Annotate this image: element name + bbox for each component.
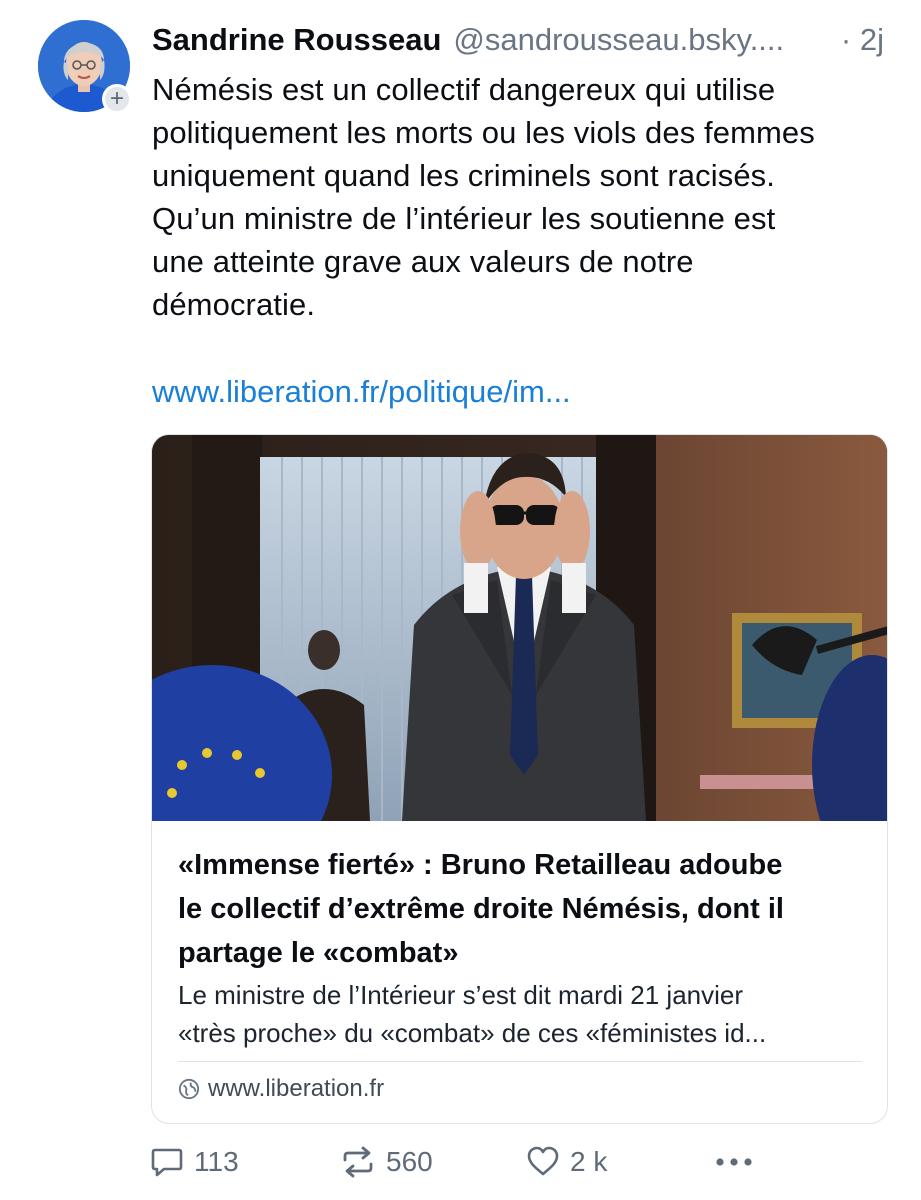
author-name[interactable]: Sandrine Rousseau (152, 22, 441, 58)
card-divider (178, 1061, 862, 1062)
post-header: Sandrine Rousseau @sandrousseau.bsky....… (152, 22, 892, 64)
post-text-line: Qu’un ministre de l’intérieur les soutie… (152, 201, 776, 236)
repost-button[interactable]: 560 (340, 1146, 433, 1178)
link-preview-domain-text: www.liberation.fr (208, 1075, 385, 1102)
post[interactable]: + Sandrine Rousseau @sandrousseau.bsky..… (0, 0, 921, 1200)
link-preview-title-line: «Immense fierté» : Bruno Retailleau adou… (178, 849, 783, 881)
link-preview-title-line: partage le «combat» (178, 937, 459, 969)
reply-button[interactable]: 113 (150, 1146, 239, 1178)
link-preview-description: Le ministre de l’Intérieur s’est dit mar… (178, 976, 868, 1052)
post-link[interactable]: www.liberation.fr/politique/im... (152, 370, 571, 413)
post-text-line: une atteinte grave aux valeurs de notre (152, 244, 694, 279)
avatar[interactable]: + (38, 20, 132, 114)
reply-count: 113 (194, 1146, 239, 1177)
like-count: 2 k (570, 1146, 608, 1177)
link-preview-title-line: le collectif d’extrême droite Némésis, d… (178, 893, 784, 925)
link-preview-image (152, 435, 887, 821)
link-preview-description-line: Le ministre de l’Intérieur s’est dit mar… (178, 980, 744, 1010)
link-preview-description-line: «très proche» du «combat» de ces «fémini… (178, 1018, 767, 1048)
post-text-line: politiquement les morts ou les viols des… (152, 115, 815, 150)
globe-icon (178, 1078, 200, 1100)
post-text-line: uniquement quand les criminels sont raci… (152, 158, 775, 193)
like-button[interactable]: 2 k (526, 1146, 607, 1178)
post-text-line: démocratie. (152, 287, 316, 322)
author-handle[interactable]: @sandrousseau.bsky.... (453, 22, 784, 58)
reply-icon (151, 1148, 183, 1177)
post-text: Némésis est un collectif dangereux qui u… (152, 68, 892, 326)
post-time[interactable]: · 2j (841, 22, 884, 58)
link-preview-card[interactable]: «Immense fierté» : Bruno Retailleau adou… (151, 434, 888, 1124)
repost-count: 560 (386, 1146, 433, 1177)
link-preview-title[interactable]: «Immense fierté» : Bruno Retailleau adou… (178, 843, 868, 975)
follow-plus-icon[interactable]: + (102, 84, 132, 114)
more-options-button[interactable] (714, 1146, 764, 1178)
more-horizontal-icon (716, 1158, 752, 1166)
repost-icon (343, 1146, 373, 1178)
link-preview-domain: www.liberation.fr (178, 1075, 384, 1103)
heart-icon (527, 1146, 559, 1176)
post-actions: 113 560 2 k (150, 1146, 770, 1186)
post-text-line: Némésis est un collectif dangereux qui u… (152, 72, 776, 107)
